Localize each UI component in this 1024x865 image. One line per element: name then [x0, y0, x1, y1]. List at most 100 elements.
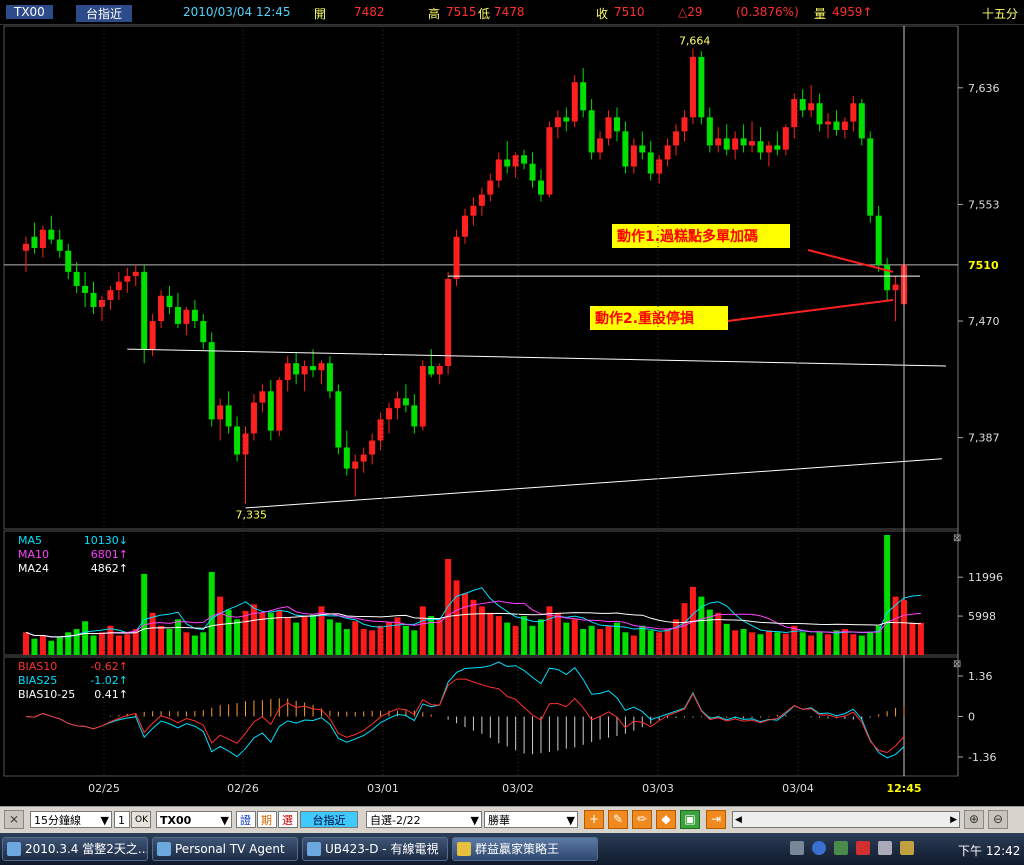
pencil-icon[interactable]: ✏	[632, 810, 652, 829]
wrench-icon[interactable]: ✎	[608, 810, 628, 829]
candle-body	[749, 141, 756, 146]
candle-body	[884, 264, 891, 291]
volume-bar	[504, 622, 511, 655]
volume-icon[interactable]	[878, 841, 892, 855]
volume-bar	[630, 635, 637, 655]
language-icon[interactable]	[900, 841, 914, 855]
x-tick-label: 03/03	[642, 782, 674, 795]
callout-text-1: 動作1.過糕點多單加碼	[617, 228, 758, 245]
eraser-icon[interactable]: ◆	[656, 810, 676, 829]
group-select[interactable]: 自選-2/22 ▼	[366, 811, 482, 828]
export-icon[interactable]: ▣	[680, 810, 700, 829]
symbol-select[interactable]: TX00 ▼	[156, 811, 232, 828]
candle-body	[580, 82, 587, 111]
volume-bar	[453, 580, 460, 655]
candle-body	[293, 363, 300, 375]
task-item[interactable]: Personal TV Agent	[152, 837, 298, 861]
period-label: 十五分	[982, 7, 1019, 21]
candle-body	[191, 309, 198, 322]
candle-body	[782, 127, 789, 150]
candle-body	[318, 363, 325, 371]
candle-body	[276, 380, 283, 431]
count-field[interactable]: 1	[114, 811, 130, 828]
candle-body	[892, 284, 899, 291]
volume-bar	[310, 614, 317, 655]
volume-bar	[605, 625, 612, 655]
scroll-left-icon[interactable]: ◀	[735, 812, 742, 829]
candle-body	[124, 276, 131, 282]
help-icon[interactable]	[812, 841, 826, 855]
volume-bar	[673, 619, 680, 655]
network-icon[interactable]	[834, 841, 848, 855]
volume-bar	[723, 623, 730, 655]
volume-bar	[107, 625, 114, 655]
panel-frame	[3, 656, 959, 777]
volume-bar	[158, 625, 165, 655]
tray-icon[interactable]	[790, 841, 804, 855]
candle-body	[841, 121, 848, 130]
candle-body	[478, 194, 485, 206]
candle-body	[31, 236, 38, 248]
volume-bar	[183, 632, 190, 655]
crosshair-icon[interactable]: +	[584, 810, 604, 829]
volume-bar	[850, 634, 857, 655]
options-button[interactable]: 選	[278, 811, 298, 828]
volume-bar	[217, 596, 224, 655]
volume-bar	[462, 593, 468, 655]
task-item[interactable]: UB423-D - 有線電視	[302, 837, 448, 861]
chart-canvas[interactable]: 7,636 7,553 7,470 7,387 7510 7,664 7,335 動作1.過糕…	[0, 24, 1024, 806]
broker-select[interactable]: 勝華 ▼	[484, 811, 578, 828]
candle-body	[65, 250, 72, 272]
volume-label: 量	[814, 7, 827, 21]
volume-bar	[352, 621, 359, 655]
bias25-line	[25, 661, 905, 759]
candle-body	[234, 426, 241, 455]
scroll-end-icon[interactable]: ⇥	[706, 810, 726, 829]
futures-button[interactable]: 期	[257, 811, 277, 828]
instrument-name[interactable]: 台指近	[76, 5, 133, 22]
candle-body	[833, 121, 840, 130]
cursor-time-label: 12:45	[886, 782, 921, 795]
scroll-right-icon[interactable]: ▶	[950, 812, 957, 829]
candle-body	[867, 138, 874, 216]
period-select[interactable]: 15分鐘線 ▼	[30, 811, 112, 828]
volume-bar	[360, 629, 367, 655]
legend-name: MA24	[18, 562, 49, 575]
candle-body	[267, 391, 274, 431]
volume-bar	[208, 571, 215, 655]
candle-body	[808, 103, 815, 111]
volume-bar	[791, 625, 798, 655]
candle-body	[495, 159, 502, 181]
candle-body	[529, 163, 536, 181]
volume-bar	[571, 619, 578, 655]
y-tick-label: 11996	[968, 571, 1003, 584]
instrument-button[interactable]: 台指近	[300, 811, 358, 828]
security-icon[interactable]	[856, 841, 870, 855]
candle-body	[521, 155, 528, 164]
candle-body	[825, 121, 832, 125]
symbol-label[interactable]: TX00	[6, 5, 53, 19]
volume-bar	[73, 629, 80, 655]
bias-panel: 1.36 0 -1.36 BIAS10 -0.62↑ BIAS25 -1.02↑ BIAS10…	[18, 659, 996, 764]
horizontal-scrollbar[interactable]: ◀ ▶	[732, 811, 960, 828]
ok-button[interactable]: OK	[131, 811, 151, 828]
legend-name: BIAS25	[18, 674, 57, 687]
candle-body	[664, 145, 671, 160]
candle-body	[554, 117, 561, 128]
close-value: 7510	[614, 5, 645, 19]
volume-bar	[563, 622, 570, 655]
candle-body	[706, 117, 713, 146]
task-item-active[interactable]: 群益贏家策略王	[452, 837, 598, 861]
collapse-icon[interactable]: ⨯	[4, 810, 24, 829]
zoom-in-icon[interactable]: ⊕	[964, 810, 984, 829]
candle-body	[656, 159, 663, 174]
securities-button[interactable]: 證	[236, 811, 256, 828]
candle-body	[174, 307, 181, 324]
task-item[interactable]: 2010.3.4 當整2天之...	[2, 837, 148, 861]
candle-body	[436, 366, 443, 375]
zoom-out-icon[interactable]: ⊖	[988, 810, 1008, 829]
volume-bar	[765, 630, 772, 655]
trendline-lower	[245, 458, 943, 509]
low-value: 7478	[494, 5, 525, 19]
candle-body	[512, 155, 519, 167]
